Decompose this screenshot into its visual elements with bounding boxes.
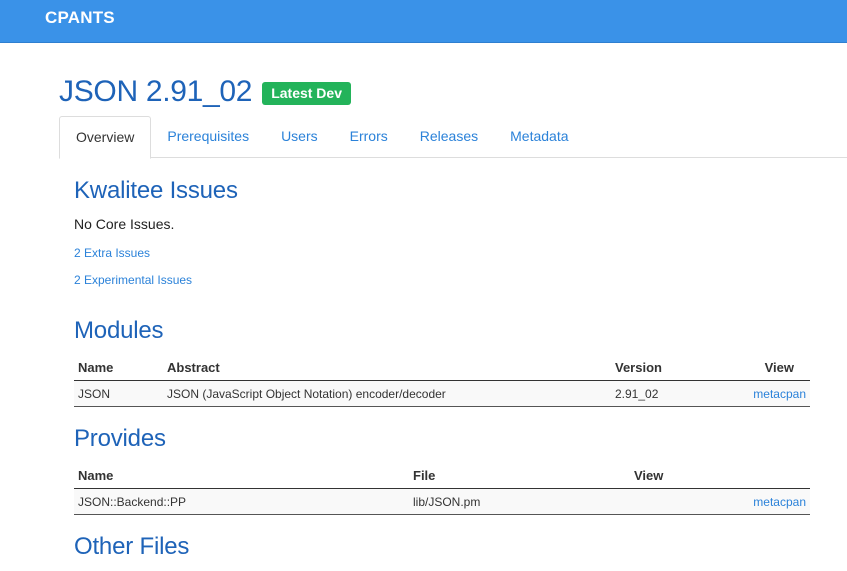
module-abstract: JSON (JavaScript Object Notation) encode… bbox=[167, 387, 446, 401]
metacpan-link[interactable]: metacpan bbox=[753, 495, 806, 509]
other-files-heading: Other Files bbox=[74, 533, 190, 560]
title-row: JSON 2.91_02 Latest Dev bbox=[59, 72, 351, 112]
column-header-name: Name bbox=[78, 468, 114, 483]
latest-dev-badge: Latest Dev bbox=[262, 82, 351, 105]
brand-link[interactable]: CPANTS bbox=[45, 8, 115, 28]
tab-releases[interactable]: Releases bbox=[404, 116, 494, 157]
modules-table: Name Abstract Version View JSON JSON (Ja… bbox=[74, 355, 810, 407]
tab-overview[interactable]: Overview bbox=[59, 116, 152, 159]
table-row: JSON::Backend::PP lib/JSON.pm metacpan bbox=[74, 489, 810, 515]
experimental-issues-link[interactable]: 2 Experimental Issues bbox=[74, 273, 192, 287]
provided-file: lib/JSON.pm bbox=[413, 495, 481, 509]
tab-prerequisites[interactable]: Prerequisites bbox=[151, 116, 265, 157]
tab-bar: Overview Prerequisites Users Errors Rele… bbox=[59, 116, 847, 159]
column-header-version: Version bbox=[615, 360, 662, 375]
tab-metadata[interactable]: Metadata bbox=[494, 116, 584, 157]
modules-table-header: Name Abstract Version View bbox=[74, 355, 810, 381]
column-header-view: View bbox=[764, 360, 794, 375]
column-header-file: File bbox=[413, 468, 436, 483]
page-title: JSON 2.91_02 bbox=[59, 75, 253, 108]
kwalitee-heading: Kwalitee Issues bbox=[74, 177, 238, 204]
column-header-name: Name bbox=[78, 360, 114, 375]
top-navbar: CPANTS bbox=[0, 0, 847, 43]
provides-table-header: Name File View bbox=[74, 463, 810, 489]
column-header-view: View bbox=[634, 468, 664, 483]
provides-table: Name File View JSON::Backend::PP lib/JSO… bbox=[74, 463, 810, 515]
module-name: JSON bbox=[78, 387, 111, 401]
module-version: 2.91_02 bbox=[615, 387, 659, 401]
extra-issues-link[interactable]: 2 Extra Issues bbox=[74, 246, 150, 260]
core-issues-text: No Core Issues. bbox=[74, 216, 175, 232]
column-header-abstract: Abstract bbox=[167, 360, 220, 375]
modules-heading: Modules bbox=[74, 317, 164, 344]
table-row: JSON JSON (JavaScript Object Notation) e… bbox=[74, 381, 810, 407]
provides-heading: Provides bbox=[74, 425, 166, 452]
metacpan-link[interactable]: metacpan bbox=[753, 387, 806, 401]
tab-users[interactable]: Users bbox=[265, 116, 334, 157]
tab-errors[interactable]: Errors bbox=[334, 116, 404, 157]
provided-package-name: JSON::Backend::PP bbox=[78, 495, 187, 509]
